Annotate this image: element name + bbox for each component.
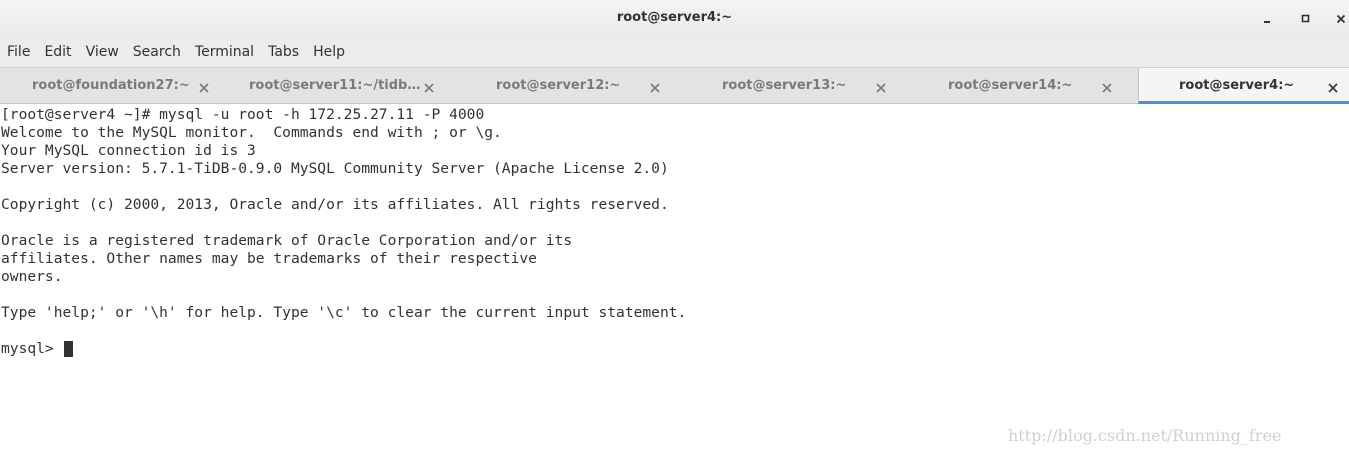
terminal-window: root@server4:~ File Edit View Search Ter…	[0, 0, 1349, 456]
close-icon	[1336, 14, 1346, 24]
tab-label: root@server13:~	[722, 78, 847, 93]
terminal-output[interactable]: [root@server4 ~]# mysql -u root -h 172.2…	[0, 104, 1349, 456]
tab-label: root@server12:~	[496, 78, 621, 93]
terminal-line: Copyright (c) 2000, 2013, Oracle and/or …	[1, 196, 669, 213]
menu-help[interactable]: Help	[306, 38, 352, 67]
tab-bar: root@foundation27:~ root@server11:~/tidb…	[0, 67, 1349, 104]
tab-server13[interactable]: root@server13:~	[678, 68, 904, 104]
tab-close-icon[interactable]	[875, 79, 887, 93]
title-bar[interactable]: root@server4:~	[0, 0, 1349, 38]
terminal-line: Type 'help;' or '\h' for help. Type '\c'…	[1, 304, 687, 321]
menu-terminal[interactable]: Terminal	[188, 38, 261, 67]
terminal-line: Your MySQL connection id is 3	[1, 142, 256, 159]
terminal-line: Server version: 5.7.1-TiDB-0.9.0 MySQL C…	[1, 160, 669, 177]
menu-tabs[interactable]: Tabs	[261, 38, 306, 67]
text-cursor	[64, 341, 73, 357]
tab-close-icon[interactable]	[1101, 79, 1113, 93]
menu-view[interactable]: View	[79, 38, 126, 67]
tab-label: root@server11:~/tidb…	[249, 78, 421, 93]
tab-close-icon[interactable]	[198, 79, 210, 93]
maximize-button[interactable]	[1295, 8, 1317, 30]
terminal-prompt: mysql>	[1, 340, 63, 357]
terminal-line: affiliates. Other names may be trademark…	[1, 250, 537, 267]
window-title: root@server4:~	[616, 10, 733, 25]
terminal-line: Oracle is a registered trademark of Orac…	[1, 232, 573, 249]
window-close-button[interactable]	[1330, 8, 1349, 30]
tab-server14[interactable]: root@server14:~	[904, 68, 1138, 104]
minimize-icon	[1264, 21, 1270, 23]
tab-label: root@server4:~	[1179, 78, 1295, 93]
tab-close-icon[interactable]	[423, 79, 435, 93]
watermark: http://blog.csdn.net/Running_free	[1008, 426, 1282, 445]
tab-foundation27[interactable]: root@foundation27:~	[0, 68, 226, 104]
menu-search[interactable]: Search	[126, 38, 188, 67]
menu-edit[interactable]: Edit	[37, 38, 78, 67]
terminal-line: Welcome to the MySQL monitor. Commands e…	[1, 124, 502, 141]
tab-label: root@server14:~	[948, 78, 1073, 93]
tab-server4[interactable]: root@server4:~	[1138, 68, 1349, 104]
tab-close-icon[interactable]	[649, 79, 661, 93]
menu-bar: File Edit View Search Terminal Tabs Help	[0, 38, 1349, 67]
tab-close-icon[interactable]	[1327, 79, 1339, 93]
minimize-button[interactable]	[1256, 8, 1278, 30]
menu-file[interactable]: File	[0, 38, 37, 67]
maximize-icon	[1301, 14, 1310, 23]
tab-server11[interactable]: root@server11:~/tidb…	[226, 68, 452, 104]
tab-server12[interactable]: root@server12:~	[452, 68, 678, 104]
tab-label: root@foundation27:~	[32, 78, 190, 93]
terminal-line: [root@server4 ~]# mysql -u root -h 172.2…	[1, 106, 485, 123]
terminal-line: owners.	[1, 268, 63, 285]
